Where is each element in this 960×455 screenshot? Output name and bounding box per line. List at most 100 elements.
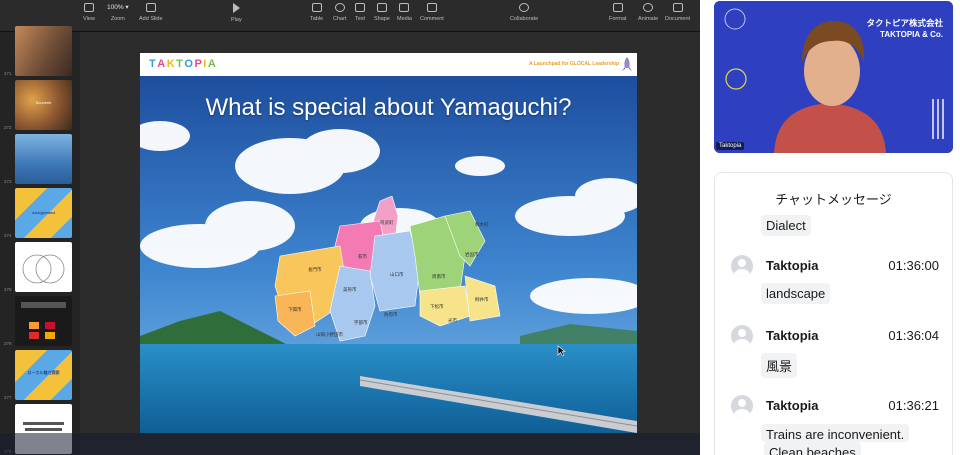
add-slide-icon (145, 3, 156, 12)
animate-label: Animate (638, 16, 659, 22)
text-icon (355, 3, 366, 12)
slide-header: TAKTOPIA A Launchpad for GLOCAL Leadersh… (140, 53, 637, 76)
thumbnail-text-line (25, 428, 62, 431)
slide-number: 275 (4, 287, 12, 292)
chat-message[interactable]: Trains are inconvenient. (761, 424, 910, 442)
zoom-dropdown[interactable]: 100% ▾ Zoom (107, 3, 129, 22)
chat-message[interactable]: 風景 (761, 353, 798, 378)
chat-sender: Taktopia (766, 328, 819, 343)
slide-background-photo: What is special about Yamaguchi? 阿武町 萩市 … (140, 76, 637, 433)
thumbnail-image (15, 26, 72, 76)
chat-timestamp: 01:36:04 (888, 328, 939, 343)
logo-letter: O (184, 58, 195, 70)
slide-thumbnail[interactable]: 276 (0, 294, 80, 348)
thumbnail-image (15, 242, 72, 292)
thumbnail-image: Souvenir (15, 80, 72, 130)
play-label: Play (231, 17, 242, 23)
map-label: 周南市 (432, 273, 446, 280)
add-slide-button[interactable]: Add Slide (139, 3, 163, 22)
document-icon (672, 3, 683, 12)
zoom-label: Zoom (110, 16, 125, 22)
logo-letter: K (166, 58, 177, 70)
slide-number: 271 (4, 71, 12, 76)
view-button[interactable]: View (83, 3, 95, 22)
india-flag-icon (29, 322, 39, 329)
chart-button[interactable]: Chart (333, 3, 346, 22)
slide-thumbnail[interactable]: Assignment 274 (0, 186, 80, 240)
map-label: 萩市 (358, 253, 367, 260)
flag-icon (45, 332, 55, 339)
avatar (731, 395, 753, 417)
shape-label: Shape (374, 16, 390, 22)
map-label: 山口市 (390, 271, 404, 278)
map-label: 宇部市 (354, 319, 368, 326)
slide-thumbnail[interactable]: Souvenir 272 (0, 78, 80, 132)
chat-message[interactable]: landscape (761, 283, 831, 304)
map-label: 山陽小野田市 (316, 331, 343, 338)
chat-message-text: 風景 (766, 359, 793, 374)
media-icon (399, 3, 410, 12)
document-button[interactable]: Document (665, 3, 690, 22)
text-label: Text (355, 16, 366, 22)
flag-icon (29, 332, 39, 339)
chat-panel: チャットメッセージ Dialect Taktopia 01:36:00 land… (714, 172, 953, 455)
thumbnail-image (15, 134, 72, 184)
chat-message[interactable]: Clean beaches (764, 442, 861, 455)
slide-thumbnail[interactable]: 275 (0, 240, 80, 294)
taktopia-logo: TAKTOPIA (149, 58, 217, 70)
table-button[interactable]: Table (310, 3, 323, 22)
caption-overlay (0, 433, 700, 455)
slide-title: What is special about Yamaguchi? (205, 94, 572, 121)
collaborate-label: Collaborate (510, 16, 539, 22)
chart-label: Chart (333, 16, 347, 22)
yamaguchi-prefecture-map: 阿武町 萩市 長門市 美祢市 山口市 下関市 宇部市 山陽小野田市 防府市 周南… (274, 196, 501, 342)
format-label: Format (609, 16, 627, 22)
shape-button[interactable]: Shape (374, 3, 390, 22)
thumbnail-caption: ローカル魅力探索 (27, 370, 60, 375)
logo-letter: T (176, 58, 185, 70)
format-brush-icon (612, 3, 623, 12)
media-button[interactable]: Media (397, 3, 412, 22)
slide-thumbnail[interactable]: ローカル魅力探索 277 (0, 348, 80, 402)
media-label: Media (397, 16, 412, 22)
play-icon (232, 3, 240, 13)
company-name-en: TAKTOPIA & Co. (880, 30, 943, 39)
zoom-value: 100% ▾ (107, 4, 129, 11)
map-label: 下関市 (288, 306, 302, 313)
slide-number: 272 (4, 125, 12, 130)
chat-message[interactable]: Dialect (761, 215, 811, 236)
table-icon (311, 3, 322, 12)
logo-letter: A (207, 58, 218, 70)
participant-name-tag: Taktopia (716, 142, 745, 150)
participant-video[interactable]: タクトピア株式会社 TAKTOPIA & Co. Taktopia (714, 1, 953, 153)
logo-letter: T (149, 58, 158, 70)
text-button[interactable]: Text (355, 3, 365, 22)
map-label: 長門市 (308, 266, 322, 273)
add-slide-label: Add Slide (139, 16, 163, 22)
play-button[interactable]: Play (231, 3, 242, 23)
comment-label: Comment (420, 16, 444, 22)
slide-thumbnail[interactable]: 271 (0, 24, 80, 78)
animate-button[interactable]: Animate (638, 3, 658, 22)
map-label: 防府市 (384, 311, 398, 318)
sidebar-view-icon (83, 3, 94, 12)
screen: View 100% ▾ Zoom Add Slide Play Table Ch… (0, 0, 960, 455)
thumbnail-caption: Souvenir (35, 100, 52, 105)
collaborate-icon (519, 3, 530, 12)
mouse-cursor-icon (557, 345, 566, 357)
format-button[interactable]: Format (609, 3, 626, 22)
map-label: 和木町 (475, 221, 489, 228)
shape-icon (376, 3, 387, 12)
slide-number: 277 (4, 395, 12, 400)
thumbnail-caption: Assignment (32, 210, 55, 215)
rocket-icon (622, 57, 632, 71)
thumbnail-image: Assignment (15, 188, 72, 238)
comment-button[interactable]: Comment (420, 3, 444, 22)
collaborate-button[interactable]: Collaborate (510, 3, 538, 22)
company-name-jp: タクトピア株式会社 (866, 18, 943, 28)
thumbnail-text-line (21, 302, 66, 308)
current-slide[interactable]: TAKTOPIA A Launchpad for GLOCAL Leadersh… (140, 53, 637, 433)
slide-thumbnail[interactable]: 273 (0, 132, 80, 186)
logo-letter: A (157, 58, 167, 70)
comment-icon (426, 3, 437, 12)
